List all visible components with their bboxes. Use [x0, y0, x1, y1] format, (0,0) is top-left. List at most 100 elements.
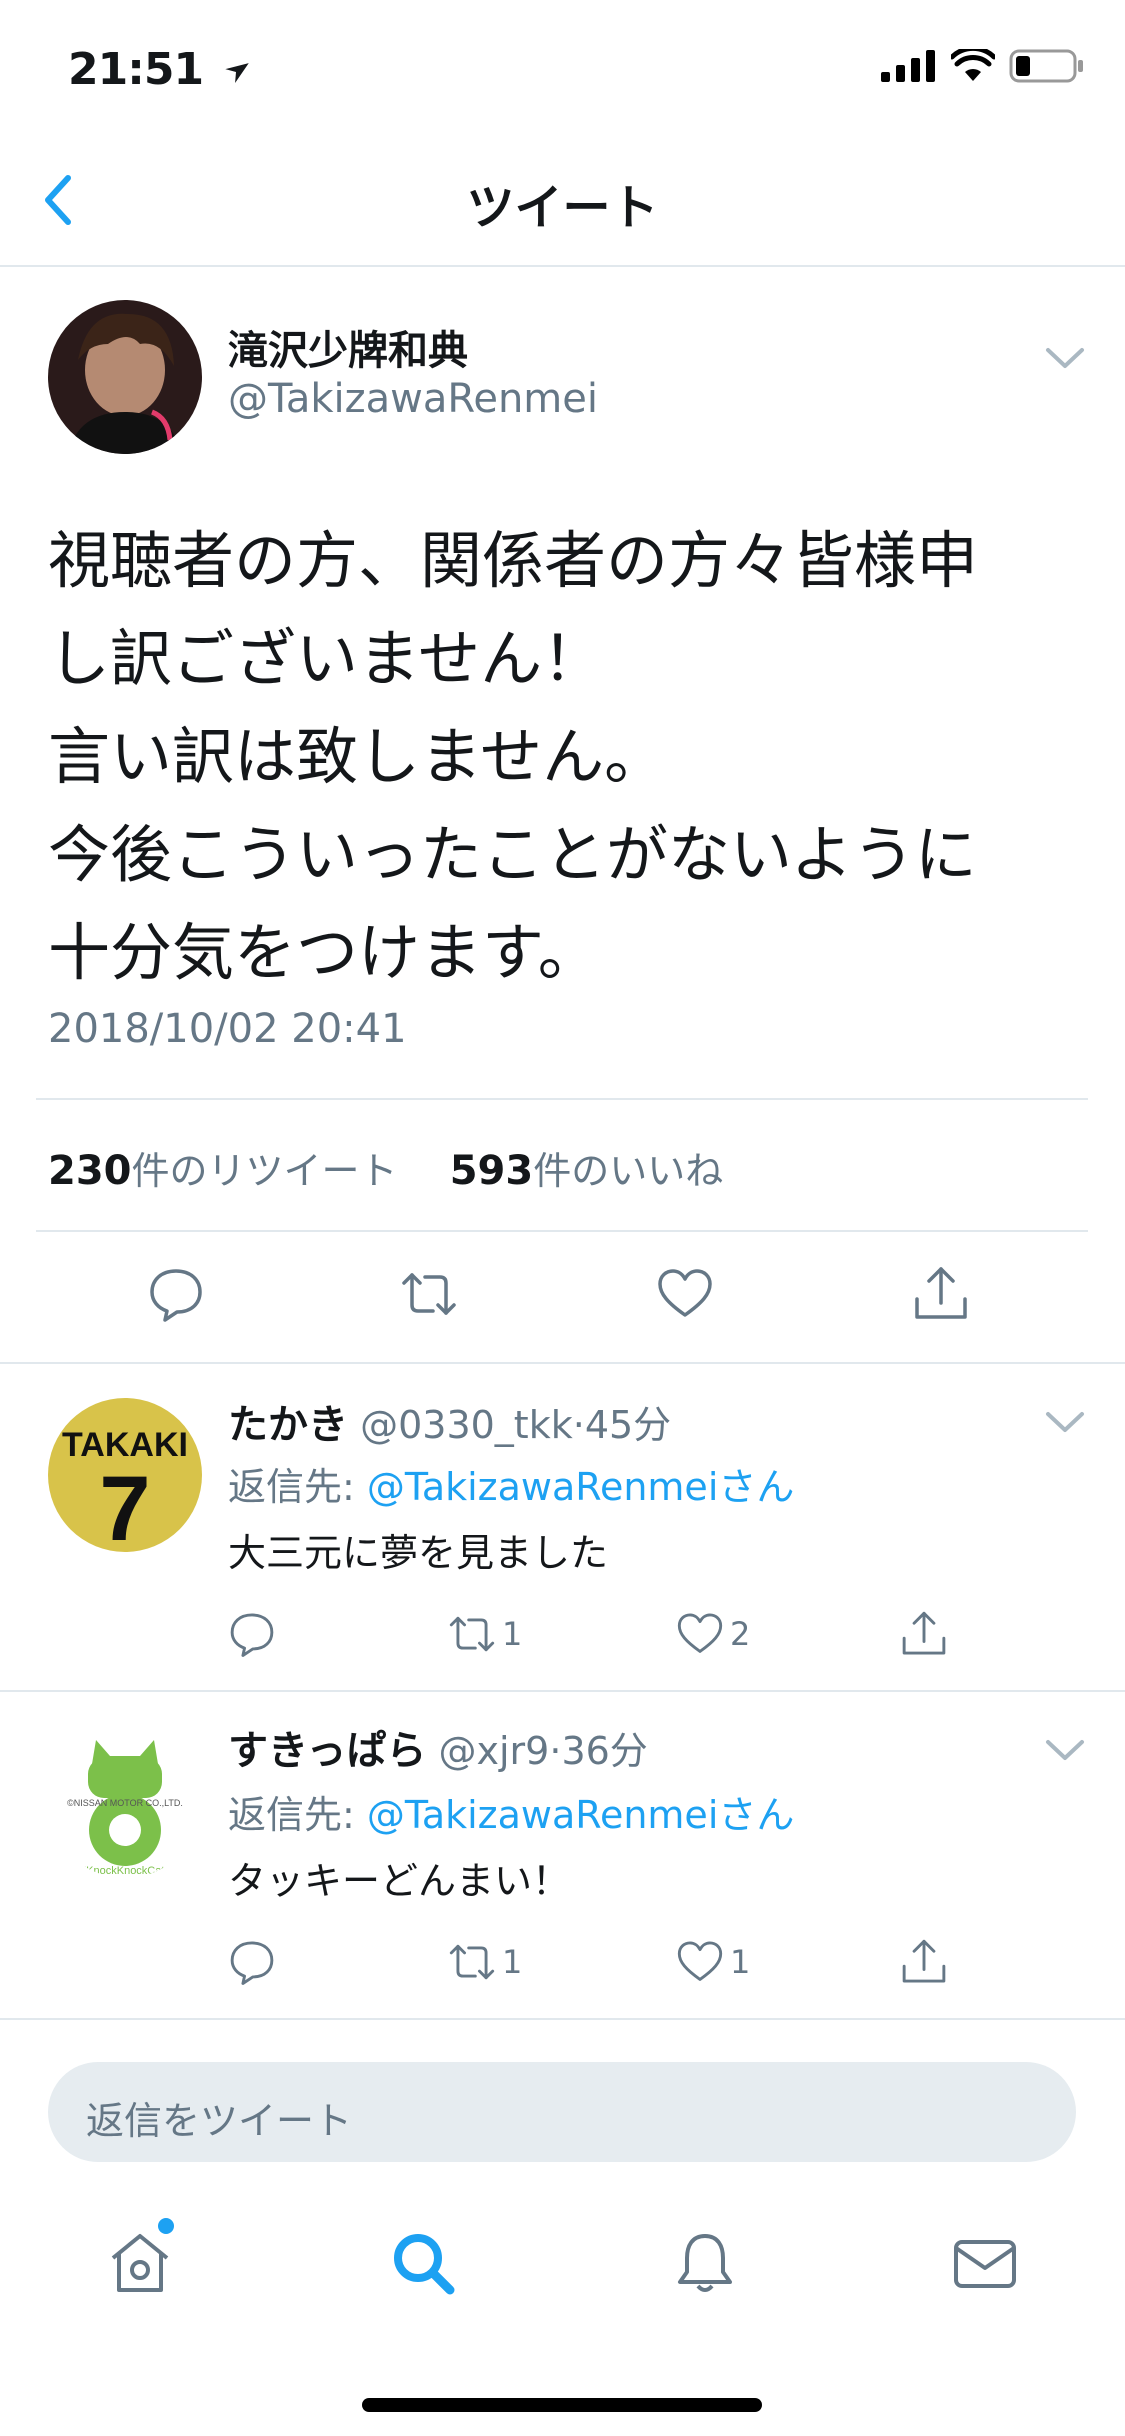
page-title: ツイート — [466, 180, 659, 236]
search-icon — [394, 2234, 455, 2295]
share-button[interactable] — [912, 1265, 970, 1323]
reply-time: 45分 — [584, 1403, 672, 1447]
share-icon — [902, 1939, 946, 1983]
author-photo — [48, 300, 202, 454]
notification-dot — [158, 2218, 174, 2234]
avatar-number-text: 7 — [99, 1458, 150, 1552]
reply-avatar-image: TAKAKI 7 — [48, 1398, 202, 1552]
avatar-hashtag-text: #KnockKnockCats — [80, 1865, 170, 1877]
status-indicators — [881, 48, 1085, 84]
retweet-button[interactable] — [400, 1265, 458, 1323]
reply-header: たかき @0330_tkk·45分 — [228, 1392, 671, 1450]
reply-header: すきっぱら @xjr9·36分 — [228, 1718, 648, 1776]
home-icon — [111, 2234, 169, 2292]
like-icon — [658, 1269, 712, 1317]
wifi-icon — [951, 49, 995, 81]
retweet-button[interactable]: 1 — [448, 1938, 522, 1986]
reply-button[interactable] — [147, 1265, 205, 1323]
dot-separator: · — [572, 1403, 585, 1447]
home-indicator[interactable] — [362, 2398, 762, 2412]
tweet-text-line: し訳ございません！ — [48, 622, 605, 695]
replying-to-mention[interactable]: @TakizawaRenmei — [367, 1465, 718, 1509]
retweet-button[interactable]: 1 — [448, 1610, 522, 1658]
caret-down-icon[interactable] — [1040, 340, 1090, 374]
retweet-icon — [402, 1273, 456, 1315]
reply-author-handle[interactable]: @0330_tkk — [360, 1403, 573, 1447]
author-handle[interactable]: @TakizawaRenmei — [228, 376, 598, 422]
reply-icon — [230, 1941, 274, 1985]
tweet-text-line: 視聴者の方、関係者の方々皆様申 — [48, 524, 979, 597]
replying-to-prefix: 返信先: — [228, 1793, 367, 1837]
tweet-text-line: 言い訳は致しません。 — [48, 720, 667, 793]
reply-avatar-image: ©NISSAN MOTOR CO.,LTD. #KnockKnockCats — [48, 1724, 202, 1878]
share-icon — [902, 1611, 946, 1655]
like-icon — [677, 1941, 723, 1981]
tweet-timestamp: 2018/10/02 20:41 — [48, 1006, 407, 1052]
reply-text: 大三元に夢を見ました — [228, 1531, 609, 1575]
caret-down-icon[interactable] — [1040, 1404, 1090, 1438]
reply-author-handle[interactable]: @xjr9 — [439, 1729, 550, 1773]
tweet-text-line: 今後こういったことがないように — [48, 818, 977, 891]
like-icon — [677, 1613, 723, 1653]
replying-to-mention[interactable]: @TakizawaRenmei — [367, 1793, 718, 1837]
author-avatar[interactable] — [48, 300, 202, 454]
battery-icon — [1009, 49, 1083, 83]
avatar-copyright-text: ©NISSAN MOTOR CO.,LTD. — [67, 1798, 183, 1808]
tweet-stats: 230件のリツイート 593件のいいね — [48, 1140, 723, 1195]
replying-to-prefix: 返信先: — [228, 1465, 367, 1509]
likes-count: 593 — [449, 1148, 534, 1194]
like-button[interactable]: 2 — [676, 1610, 750, 1658]
tweet-text: 視聴者の方、関係者の方々皆様申 し訳ございません！ 言い訳は致しません。 今後こ… — [48, 512, 1088, 1002]
reply-time: 36分 — [561, 1729, 648, 1773]
like-button[interactable]: 1 — [676, 1938, 750, 1986]
likes-stat[interactable]: 593件のいいね — [449, 1148, 724, 1194]
retweet-icon — [449, 1616, 495, 1652]
cellular-signal-icon — [881, 50, 935, 82]
notifications-icon — [678, 2234, 732, 2292]
reply-author-name[interactable]: すきっぱら — [228, 1728, 426, 1774]
like-count: 2 — [730, 1615, 751, 1653]
tweet-text-line: 十分気をつけます。 — [48, 916, 600, 989]
replying-to-suffix: さん — [718, 1793, 795, 1837]
reply-icon — [150, 1269, 202, 1322]
divider — [0, 1362, 1125, 1364]
reply-composer-placeholder: 返信をツイート — [86, 2099, 353, 2143]
retweets-count: 230 — [48, 1148, 132, 1194]
reply-icon — [230, 1613, 274, 1657]
tab-search[interactable] — [388, 2228, 458, 2298]
retweets-label: 件のリツイート — [131, 1149, 398, 1193]
replying-to: 返信先: @TakizawaRenmeiさん — [228, 1456, 794, 1511]
reply-avatar[interactable]: TAKAKI 7 — [48, 1398, 202, 1552]
share-icon — [915, 1267, 967, 1319]
tab-home[interactable] — [105, 2228, 175, 2298]
reply-avatar[interactable]: ©NISSAN MOTOR CO.,LTD. #KnockKnockCats — [48, 1724, 202, 1878]
reply-button[interactable] — [228, 1610, 276, 1658]
dot-separator: · — [549, 1729, 562, 1773]
reply-author-name[interactable]: たかき — [228, 1402, 348, 1448]
tab-messages[interactable] — [950, 2228, 1020, 2298]
messages-icon — [954, 2240, 1016, 2288]
retweet-count: 1 — [502, 1615, 523, 1653]
author-name[interactable]: 滝沢少牌和典 — [228, 318, 468, 376]
divider — [0, 1690, 1125, 1692]
divider — [0, 2018, 1125, 2020]
reply-button[interactable] — [228, 1938, 276, 1986]
likes-label: 件のいいね — [533, 1149, 724, 1193]
tab-notifications[interactable] — [670, 2228, 740, 2298]
share-button[interactable] — [900, 1938, 948, 1986]
retweets-stat[interactable]: 230件のリツイート — [48, 1148, 398, 1194]
replying-to-suffix: さん — [718, 1465, 795, 1509]
like-count: 1 — [730, 1943, 751, 1981]
retweet-count: 1 — [502, 1943, 523, 1981]
divider — [36, 1230, 1088, 1232]
status-time-text: 21:51 — [68, 44, 204, 95]
reply-text: タッキーどんまい！ — [228, 1859, 571, 1903]
retweet-icon — [449, 1944, 495, 1980]
navigation-bar: ツイート — [0, 140, 1125, 267]
location-arrow-icon — [225, 63, 250, 84]
caret-down-icon[interactable] — [1040, 1732, 1090, 1766]
divider — [36, 1098, 1088, 1100]
share-button[interactable] — [900, 1610, 948, 1658]
like-button[interactable] — [656, 1265, 714, 1323]
reply-composer-input[interactable]: 返信をツイート — [48, 2062, 1076, 2162]
